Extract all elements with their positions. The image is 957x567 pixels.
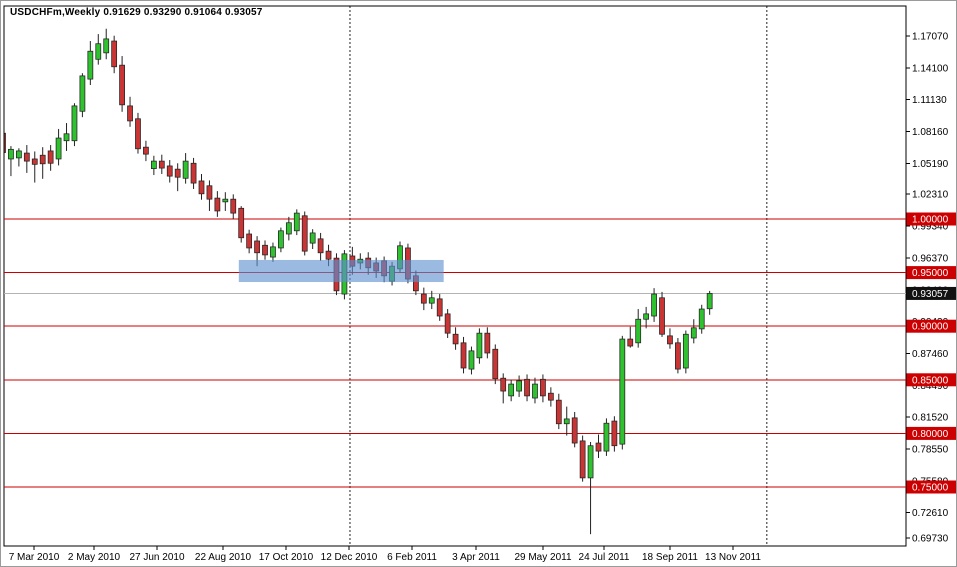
bull-candle-body xyxy=(8,149,13,159)
bear-candle-body xyxy=(596,443,601,451)
bear-candle-body xyxy=(120,65,125,105)
bull-candle-body xyxy=(56,138,61,159)
bear-candle-body xyxy=(453,334,458,344)
bull-candle-body xyxy=(604,423,609,451)
bear-candle-body xyxy=(580,441,585,478)
rectangle-annotation[interactable] xyxy=(239,260,444,282)
bull-candle-body xyxy=(517,381,522,391)
bear-candle-body xyxy=(493,349,498,378)
bear-candle-body xyxy=(302,216,307,251)
bear-candle-body xyxy=(437,299,442,316)
bull-candle-body xyxy=(707,293,712,308)
bear-candle-body xyxy=(32,159,37,164)
bear-candle-body xyxy=(628,339,633,346)
bear-candle-body xyxy=(239,208,244,237)
bear-candle-body xyxy=(540,379,545,396)
bear-candle-body xyxy=(421,294,426,303)
chart-title: USDCHFm,Weekly 0.91629 0.93290 0.91064 0… xyxy=(10,7,263,18)
bear-candle-body xyxy=(612,421,617,446)
bear-candle-body xyxy=(112,41,117,67)
bear-candle-body xyxy=(40,155,45,164)
bear-candle-body xyxy=(667,336,672,344)
y-axis-drag-zone[interactable] xyxy=(906,1,957,567)
bull-candle-body xyxy=(286,223,291,234)
plot-area[interactable] xyxy=(4,6,906,546)
bear-candle-body xyxy=(159,161,164,168)
bear-candle-body xyxy=(128,106,133,121)
bull-candle-body xyxy=(151,161,156,169)
bull-candle-body xyxy=(310,233,315,243)
bull-candle-body xyxy=(96,44,101,60)
bear-candle-body xyxy=(548,393,553,400)
bull-candle-body xyxy=(532,384,537,398)
bear-candle-body xyxy=(215,198,220,211)
bull-candle-body xyxy=(16,151,21,158)
bear-candle-body xyxy=(263,245,268,255)
bull-candle-body xyxy=(270,247,275,257)
bull-candle-body xyxy=(644,314,649,319)
bull-candle-body xyxy=(652,294,657,316)
bull-candle-body xyxy=(477,333,482,358)
bear-candle-body xyxy=(326,251,331,259)
bull-candle-body xyxy=(699,309,704,329)
bear-candle-body xyxy=(231,199,236,213)
chart-window: USDCHFm,Weekly 0.91629 0.93290 0.91064 0… xyxy=(0,0,957,567)
bull-candle-body xyxy=(294,213,299,231)
bull-candle-body xyxy=(64,134,69,141)
bear-candle-body xyxy=(167,166,172,176)
bull-candle-body xyxy=(429,298,434,303)
bear-candle-body xyxy=(318,239,323,253)
bull-candle-body xyxy=(183,161,188,178)
bull-candle-body xyxy=(278,231,283,248)
bear-candle-body xyxy=(675,343,680,369)
bear-candle-body xyxy=(525,379,530,396)
bear-candle-body xyxy=(199,181,204,194)
bear-candle-body xyxy=(572,418,577,443)
price-chart-canvas[interactable]: 1.170701.141001.111301.081601.051901.023… xyxy=(1,1,957,567)
bull-candle-body xyxy=(691,328,696,338)
bear-candle-body xyxy=(175,169,180,177)
bear-candle-body xyxy=(1,133,6,152)
bull-candle-body xyxy=(72,106,77,141)
bull-candle-body xyxy=(469,351,474,369)
bull-candle-body xyxy=(564,419,569,424)
x-axis-drag-zone[interactable] xyxy=(1,546,906,567)
bear-candle-body xyxy=(48,151,53,163)
bull-candle-body xyxy=(636,319,641,343)
bear-candle-body xyxy=(501,378,506,391)
bear-candle-body xyxy=(556,400,561,424)
bear-candle-body xyxy=(247,234,252,248)
bear-candle-body xyxy=(660,298,665,334)
bear-candle-body xyxy=(143,147,148,154)
bear-candle-body xyxy=(135,119,140,149)
bull-candle-body xyxy=(223,199,228,202)
bear-candle-body xyxy=(485,333,490,353)
bull-candle-body xyxy=(509,384,514,396)
bull-candle-body xyxy=(683,334,688,368)
bear-candle-body xyxy=(24,153,29,161)
bull-candle-body xyxy=(620,339,625,444)
bear-candle-body xyxy=(255,241,260,253)
bull-candle-body xyxy=(104,39,109,53)
bear-candle-body xyxy=(445,314,450,333)
bull-candle-body xyxy=(88,51,93,79)
bull-candle-body xyxy=(588,446,593,478)
bear-candle-body xyxy=(207,186,212,199)
bull-candle-body xyxy=(80,76,85,111)
bear-candle-body xyxy=(191,163,196,183)
bear-candle-body xyxy=(461,343,466,368)
